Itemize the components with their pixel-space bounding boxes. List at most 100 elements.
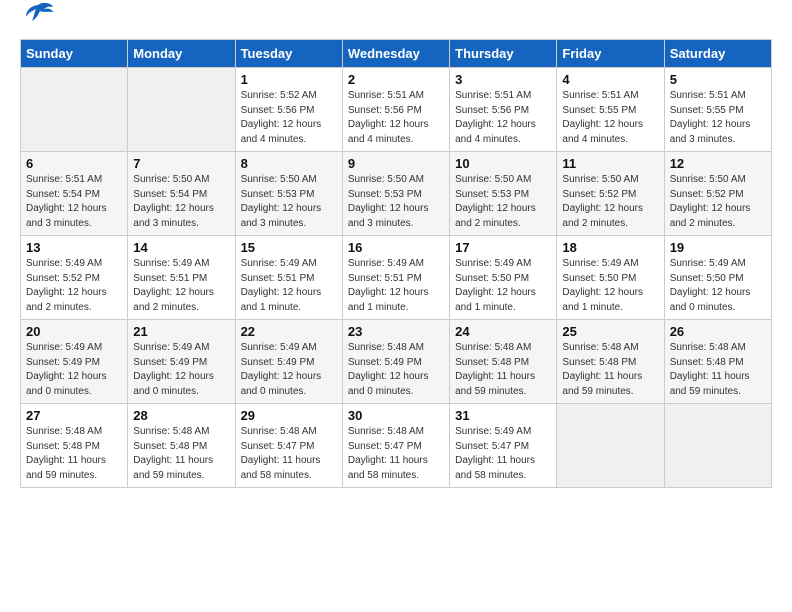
day-number: 20 [26,324,122,339]
calendar-cell: 1Sunrise: 5:52 AM Sunset: 5:56 PM Daylig… [235,68,342,152]
day-info: Sunrise: 5:49 AM Sunset: 5:50 PM Dayligh… [670,257,766,315]
day-info: Sunrise: 5:48 AM Sunset: 5:49 PM Dayligh… [348,341,444,399]
day-info: Sunrise: 5:49 AM Sunset: 5:49 PM Dayligh… [133,341,229,399]
day-info: Sunrise: 5:49 AM Sunset: 5:51 PM Dayligh… [133,257,229,315]
day-info: Sunrise: 5:48 AM Sunset: 5:47 PM Dayligh… [348,425,444,483]
weekday-header-monday: Monday [128,40,235,68]
calendar-cell: 10Sunrise: 5:50 AM Sunset: 5:53 PM Dayli… [450,152,557,236]
calendar-cell: 4Sunrise: 5:51 AM Sunset: 5:55 PM Daylig… [557,68,664,152]
day-info: Sunrise: 5:49 AM Sunset: 5:51 PM Dayligh… [241,257,337,315]
day-number: 22 [241,324,337,339]
calendar-cell: 14Sunrise: 5:49 AM Sunset: 5:51 PM Dayli… [128,236,235,320]
day-number: 30 [348,408,444,423]
calendar-cell: 27 Sunrise: 5:48 AM Sunset: 5:48 PM Dayli… [21,404,128,488]
calendar-cell: 2 Sunrise: 5:51 AM Sunset: 5:56 PM Daylig… [342,68,449,152]
day-info: Sunrise: 5:49 AM Sunset: 5:51 PM Dayligh… [348,257,444,315]
calendar-cell [21,68,128,152]
day-info: Sunrise: 5:51 AM Sunset: 5:56 PM Dayligh… [348,89,444,147]
weekday-header-wednesday: Wednesday [342,40,449,68]
day-number: 17 [455,240,551,255]
calendar-cell: 7 Sunrise: 5:50 AM Sunset: 5:54 PM Daylig… [128,152,235,236]
day-info: Sunrise: 5:49 AM Sunset: 5:49 PM Dayligh… [241,341,337,399]
day-number: 21 [133,324,229,339]
day-info: Sunrise: 5:51 AM Sunset: 5:54 PM Dayligh… [26,173,122,231]
day-number: 15 [241,240,337,255]
day-number: 5 [670,72,766,87]
day-info: Sunrise: 5:50 AM Sunset: 5:53 PM Dayligh… [455,173,551,231]
day-number: 8 [241,156,337,171]
page-container: SundayMondayTuesdayWednesdayThursdayFrid… [0,0,792,503]
calendar-cell: 9 Sunrise: 5:50 AM Sunset: 5:53 PM Daylig… [342,152,449,236]
day-info: Sunrise: 5:49 AM Sunset: 5:52 PM Dayligh… [26,257,122,315]
day-number: 31 [455,408,551,423]
day-info: Sunrise: 5:48 AM Sunset: 5:48 PM Dayligh… [133,425,229,483]
calendar-cell: 20 Sunrise: 5:49 AM Sunset: 5:49 PM Dayli… [21,320,128,404]
calendar-cell: 6 Sunrise: 5:51 AM Sunset: 5:54 PM Daylig… [21,152,128,236]
calendar-week-row: 20 Sunrise: 5:49 AM Sunset: 5:49 PM Dayli… [21,320,772,404]
day-number: 7 [133,156,229,171]
day-number: 16 [348,240,444,255]
calendar-cell: 5 Sunrise: 5:51 AM Sunset: 5:55 PM Daylig… [664,68,771,152]
calendar-cell: 26 Sunrise: 5:48 AM Sunset: 5:48 PM Dayli… [664,320,771,404]
weekday-header-saturday: Saturday [664,40,771,68]
day-info: Sunrise: 5:51 AM Sunset: 5:56 PM Dayligh… [455,89,551,147]
day-number: 26 [670,324,766,339]
day-number: 6 [26,156,122,171]
calendar-cell: 15 Sunrise: 5:49 AM Sunset: 5:51 PM Dayli… [235,236,342,320]
day-info: Sunrise: 5:50 AM Sunset: 5:53 PM Dayligh… [348,173,444,231]
calendar-cell: 29 Sunrise: 5:48 AM Sunset: 5:47 PM Dayli… [235,404,342,488]
calendar-cell: 11 Sunrise: 5:50 AM Sunset: 5:52 PM Dayli… [557,152,664,236]
calendar-cell: 13 Sunrise: 5:49 AM Sunset: 5:52 PM Dayli… [21,236,128,320]
day-info: Sunrise: 5:48 AM Sunset: 5:48 PM Dayligh… [455,341,551,399]
calendar-cell: 23Sunrise: 5:48 AM Sunset: 5:49 PM Dayli… [342,320,449,404]
day-number: 27 [26,408,122,423]
calendar-cell [664,404,771,488]
day-number: 1 [241,72,337,87]
header [20,15,772,29]
day-number: 2 [348,72,444,87]
day-info: Sunrise: 5:48 AM Sunset: 5:48 PM Dayligh… [670,341,766,399]
calendar-cell: 25Sunrise: 5:48 AM Sunset: 5:48 PM Dayli… [557,320,664,404]
day-info: Sunrise: 5:51 AM Sunset: 5:55 PM Dayligh… [670,89,766,147]
logo-bird-icon [22,1,54,29]
day-number: 3 [455,72,551,87]
weekday-header-thursday: Thursday [450,40,557,68]
day-number: 9 [348,156,444,171]
day-info: Sunrise: 5:48 AM Sunset: 5:47 PM Dayligh… [241,425,337,483]
calendar-cell: 28Sunrise: 5:48 AM Sunset: 5:48 PM Dayli… [128,404,235,488]
calendar-cell: 30 Sunrise: 5:48 AM Sunset: 5:47 PM Dayli… [342,404,449,488]
day-number: 18 [562,240,658,255]
day-info: Sunrise: 5:50 AM Sunset: 5:53 PM Dayligh… [241,173,337,231]
day-number: 4 [562,72,658,87]
calendar-cell: 16 Sunrise: 5:49 AM Sunset: 5:51 PM Dayli… [342,236,449,320]
day-info: Sunrise: 5:49 AM Sunset: 5:50 PM Dayligh… [562,257,658,315]
calendar-cell [557,404,664,488]
day-info: Sunrise: 5:50 AM Sunset: 5:54 PM Dayligh… [133,173,229,231]
calendar-cell: 31 Sunrise: 5:49 AM Sunset: 5:47 PM Dayli… [450,404,557,488]
calendar-cell: 3 Sunrise: 5:51 AM Sunset: 5:56 PM Daylig… [450,68,557,152]
calendar-cell: 21 Sunrise: 5:49 AM Sunset: 5:49 PM Dayli… [128,320,235,404]
day-info: Sunrise: 5:49 AM Sunset: 5:50 PM Dayligh… [455,257,551,315]
calendar-week-row: 27 Sunrise: 5:48 AM Sunset: 5:48 PM Dayli… [21,404,772,488]
calendar-cell: 24 Sunrise: 5:48 AM Sunset: 5:48 PM Dayli… [450,320,557,404]
day-info: Sunrise: 5:49 AM Sunset: 5:47 PM Dayligh… [455,425,551,483]
day-number: 29 [241,408,337,423]
day-number: 13 [26,240,122,255]
day-number: 25 [562,324,658,339]
day-info: Sunrise: 5:48 AM Sunset: 5:48 PM Dayligh… [26,425,122,483]
calendar-week-row: 6 Sunrise: 5:51 AM Sunset: 5:54 PM Daylig… [21,152,772,236]
calendar-header-row: SundayMondayTuesdayWednesdayThursdayFrid… [21,40,772,68]
day-info: Sunrise: 5:49 AM Sunset: 5:49 PM Dayligh… [26,341,122,399]
calendar-cell: 8 Sunrise: 5:50 AM Sunset: 5:53 PM Daylig… [235,152,342,236]
logo [20,15,54,29]
calendar-table: SundayMondayTuesdayWednesdayThursdayFrid… [20,39,772,488]
day-number: 11 [562,156,658,171]
calendar-cell: 12Sunrise: 5:50 AM Sunset: 5:52 PM Dayli… [664,152,771,236]
calendar-cell: 17 Sunrise: 5:49 AM Sunset: 5:50 PM Dayli… [450,236,557,320]
day-info: Sunrise: 5:50 AM Sunset: 5:52 PM Dayligh… [562,173,658,231]
calendar-cell [128,68,235,152]
weekday-header-tuesday: Tuesday [235,40,342,68]
day-number: 24 [455,324,551,339]
calendar-cell: 19Sunrise: 5:49 AM Sunset: 5:50 PM Dayli… [664,236,771,320]
day-info: Sunrise: 5:50 AM Sunset: 5:52 PM Dayligh… [670,173,766,231]
